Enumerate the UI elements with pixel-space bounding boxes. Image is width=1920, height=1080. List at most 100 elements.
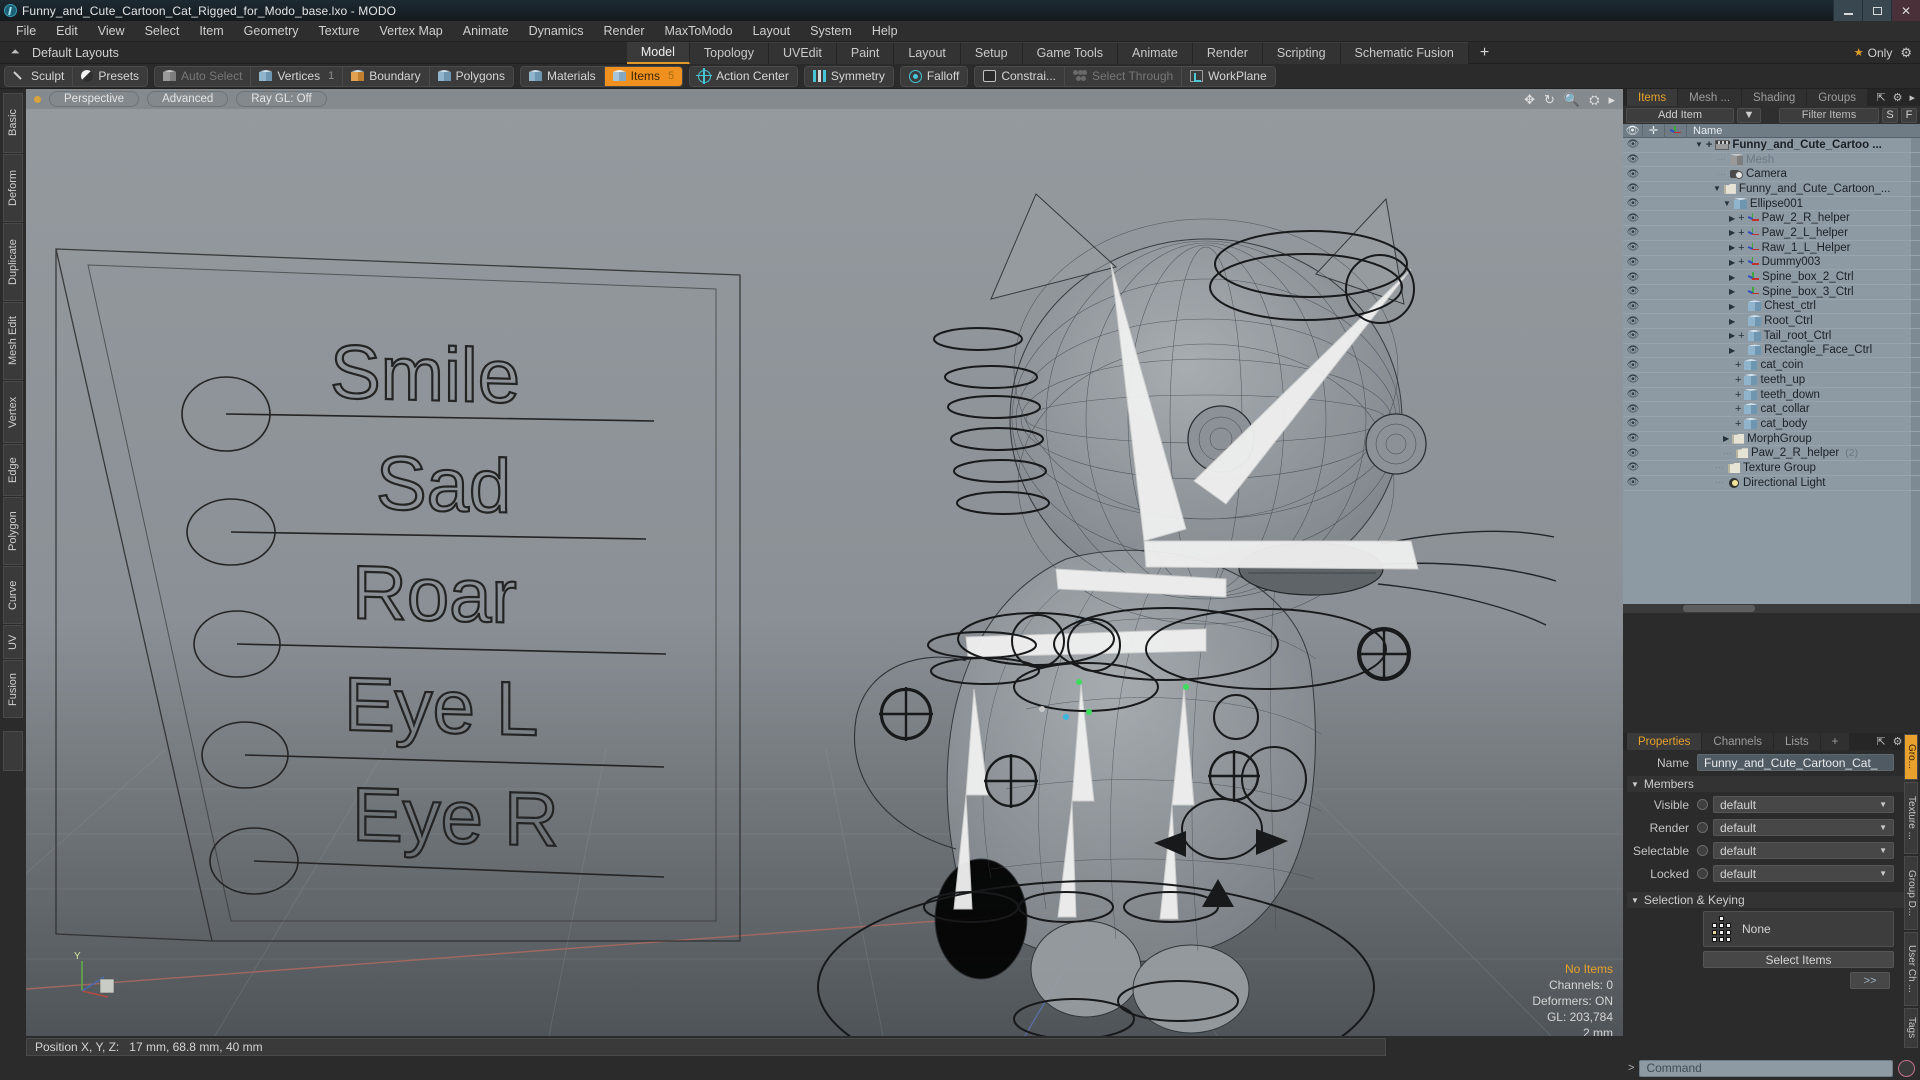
- add-item-dropdown-icon[interactable]: ▼: [1737, 107, 1761, 123]
- sidebar-item-polygon[interactable]: Polygon: [3, 497, 23, 565]
- render-select[interactable]: default ▼: [1713, 819, 1894, 836]
- sidebar-item-uv[interactable]: UV: [3, 625, 23, 659]
- tab-shading[interactable]: Shading: [1742, 89, 1808, 106]
- sidebar-item-basic[interactable]: Basic: [3, 93, 23, 153]
- list-item[interactable]: 👁 ▶ + Dummy003: [1623, 256, 1920, 271]
- tool-materials[interactable]: Materials: [520, 66, 605, 86]
- side-tab-tags[interactable]: Tags: [1904, 1008, 1918, 1048]
- tab-properties[interactable]: Properties: [1627, 733, 1703, 750]
- visibility-eye-icon[interactable]: 👁: [1623, 374, 1643, 385]
- viewport-raygl-toggle[interactable]: Ray GL: Off: [236, 91, 327, 107]
- sidebar-item-mesh-edit[interactable]: Mesh Edit: [3, 302, 23, 380]
- visibility-eye-icon[interactable]: 👁: [1623, 242, 1643, 253]
- visibility-eye-icon[interactable]: 👁: [1623, 330, 1643, 341]
- filter-items-input[interactable]: Filter Items: [1779, 107, 1879, 123]
- menu-view[interactable]: View: [88, 22, 135, 40]
- list-item[interactable]: 👁 ▶ + Tail_root_Ctrl: [1623, 329, 1920, 344]
- list-item[interactable]: 👁 ▶ + Paw_2_L_helper: [1623, 226, 1920, 241]
- visibility-eye-icon[interactable]: 👁: [1623, 345, 1643, 356]
- tool-symmetry[interactable]: Symmetry: [804, 66, 893, 86]
- tab-topology[interactable]: Topology: [689, 41, 769, 64]
- tab-channels[interactable]: Channels: [1702, 733, 1775, 750]
- menu-maxtomodo[interactable]: MaxToModo: [655, 22, 743, 40]
- locked-select[interactable]: default ▼: [1713, 865, 1894, 882]
- selectable-select[interactable]: default ▼: [1713, 842, 1894, 859]
- side-tab-groups[interactable]: Gro...: [1904, 734, 1918, 780]
- viewport-shading-advanced[interactable]: Advanced: [147, 91, 229, 107]
- tool-workplane[interactable]: WorkPlane: [1182, 66, 1275, 86]
- list-item[interactable]: 👁 ▶ Root_Ctrl: [1623, 314, 1920, 329]
- list-item[interactable]: 👁 ▶ Spine_box_2_Ctrl: [1623, 270, 1920, 285]
- visibility-eye-icon[interactable]: 👁: [1623, 139, 1643, 150]
- menu-edit[interactable]: Edit: [46, 22, 88, 40]
- selectable-anim-dot[interactable]: [1697, 845, 1708, 856]
- tab-model[interactable]: Model: [626, 41, 690, 64]
- list-item[interactable]: 👁 ▶ MorphGroup: [1623, 432, 1920, 447]
- command-input[interactable]: Command: [1639, 1059, 1893, 1077]
- visibility-eye-icon[interactable]: 👁: [1623, 360, 1643, 371]
- tool-constraints[interactable]: Constrai...: [975, 66, 1065, 86]
- visibility-eye-icon[interactable]: 👁: [1623, 477, 1643, 488]
- tool-vertices[interactable]: Vertices 1: [251, 66, 344, 86]
- filter-s-button[interactable]: S: [1882, 107, 1898, 123]
- tool-select-through[interactable]: Select Through: [1065, 66, 1183, 86]
- visibility-eye-icon[interactable]: 👁: [1623, 301, 1643, 312]
- list-item[interactable]: 👁 ▶ + Raw_1_L_Helper: [1623, 241, 1920, 256]
- collapse-icon[interactable]: ⇱: [1876, 91, 1885, 104]
- tab-scripting[interactable]: Scripting: [1262, 41, 1341, 64]
- tab-setup[interactable]: Setup: [960, 41, 1023, 64]
- sidebar-item-edge[interactable]: Edge: [3, 444, 23, 496]
- visibility-eye-icon[interactable]: 👁: [1623, 272, 1643, 283]
- visible-anim-dot[interactable]: [1697, 799, 1708, 810]
- visibility-eye-icon[interactable]: 👁: [1623, 227, 1643, 238]
- visibility-eye-icon[interactable]: 👁: [1623, 213, 1643, 224]
- tab-render[interactable]: Render: [1192, 41, 1263, 64]
- more-icon[interactable]: ▸: [1608, 92, 1615, 108]
- visibility-eye-icon[interactable]: 👁: [1623, 418, 1643, 429]
- side-tab-group-d[interactable]: Group D...: [1904, 856, 1918, 930]
- list-item[interactable]: 👁 ⋯ Texture Group: [1623, 461, 1920, 476]
- tool-auto-select[interactable]: Auto Select: [155, 66, 252, 86]
- locked-anim-dot[interactable]: [1697, 868, 1708, 879]
- gear-icon[interactable]: ⚙: [1893, 91, 1903, 104]
- tab-items[interactable]: Items: [1627, 89, 1679, 106]
- close-button[interactable]: ✕: [1891, 0, 1920, 21]
- chevron-right-icon[interactable]: ▸: [1909, 91, 1915, 104]
- visibility-eye-icon[interactable]: 👁: [1623, 433, 1643, 444]
- tool-items[interactable]: Items 5: [604, 66, 683, 86]
- sidebar-item-curve[interactable]: Curve: [3, 566, 23, 624]
- keying-set-field[interactable]: None: [1703, 911, 1894, 947]
- pan-icon[interactable]: ✥: [1524, 92, 1535, 108]
- only-toggle[interactable]: ★ Only: [1854, 46, 1893, 60]
- layout-selector[interactable]: Default Layouts: [32, 46, 119, 60]
- side-tab-user-ch[interactable]: User Ch ...: [1904, 932, 1918, 1006]
- item-list[interactable]: 👁 ▼ + Funny_and_Cute_Cartoo ... 👁 ⋯ Mesh 👁 …: [1623, 138, 1920, 604]
- menu-layout[interactable]: Layout: [743, 22, 801, 40]
- side-tab-texture[interactable]: Texture ...: [1904, 782, 1918, 854]
- sidebar-item-duplicate[interactable]: Duplicate: [3, 223, 23, 301]
- visibility-eye-icon[interactable]: 👁: [1623, 169, 1643, 180]
- tool-boundary[interactable]: Boundary: [343, 66, 430, 86]
- list-item[interactable]: 👁 + cat_coin: [1623, 358, 1920, 373]
- visibility-eye-icon[interactable]: 👁: [1623, 257, 1643, 268]
- menu-render[interactable]: Render: [594, 22, 655, 40]
- visibility-eye-icon[interactable]: 👁: [1623, 404, 1643, 415]
- filter-f-button[interactable]: F: [1901, 107, 1917, 123]
- list-item[interactable]: 👁 ⋯ Paw_2_R_helper (2): [1623, 446, 1920, 462]
- add-item-button[interactable]: Add Item: [1626, 107, 1734, 123]
- settings-icon[interactable]: ⛭: [1589, 92, 1599, 108]
- menu-select[interactable]: Select: [135, 22, 190, 40]
- visibility-eye-icon[interactable]: 👁: [1623, 154, 1643, 165]
- select-items-button[interactable]: Select Items: [1703, 951, 1894, 968]
- list-item[interactable]: 👁 ⋯ Directional Light: [1623, 476, 1920, 491]
- maximize-button[interactable]: [1862, 0, 1891, 21]
- visibility-eye-icon[interactable]: 👁: [1623, 448, 1643, 459]
- tab-paint[interactable]: Paint: [836, 41, 895, 64]
- tool-action-center[interactable]: Action Center: [690, 66, 797, 86]
- gear-icon[interactable]: ⚙: [1893, 735, 1903, 748]
- add-tab-button[interactable]: +: [1469, 42, 1500, 64]
- menu-geometry[interactable]: Geometry: [234, 22, 309, 40]
- list-item[interactable]: 👁 ▶ Spine_box_3_Ctrl: [1623, 285, 1920, 300]
- list-item[interactable]: 👁 + cat_collar: [1623, 402, 1920, 418]
- menu-texture[interactable]: Texture: [309, 22, 370, 40]
